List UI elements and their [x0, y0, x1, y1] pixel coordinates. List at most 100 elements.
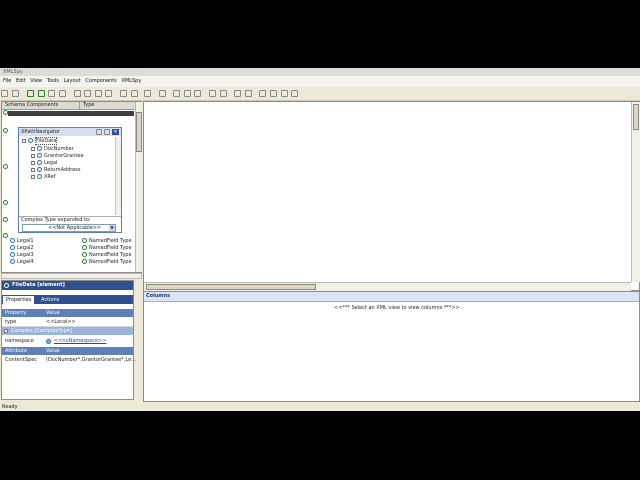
schema-horizontal-scrollbar[interactable] [1, 273, 142, 279]
tree-node-icon[interactable] [3, 110, 8, 115]
tree-node-icon[interactable] [3, 128, 8, 133]
pin-icon[interactable] [96, 129, 102, 135]
collapse-icon[interactable] [119, 90, 127, 97]
menu-tools[interactable]: Tools [47, 76, 59, 87]
content-spec-label: ContentSpec [5, 357, 38, 363]
design-vertical-scrollbar[interactable] [631, 102, 640, 282]
refresh-icon[interactable] [27, 90, 35, 97]
xpath-navigator-titlebar: XPathNavigator ✕ [19, 128, 121, 136]
design-horizontal-scrollbar[interactable] [144, 282, 631, 291]
status-text: Ready [2, 404, 18, 410]
menu-icon[interactable] [104, 129, 110, 135]
menu-view[interactable]: View [30, 76, 42, 87]
grid-icon[interactable] [269, 90, 277, 97]
schema-components-panel: Schema Components Type Legal1 NamedField… [1, 101, 142, 273]
type-icon [82, 238, 87, 243]
tree-node-icon[interactable] [3, 233, 8, 238]
popup-scrollbar[interactable] [115, 137, 121, 215]
collapse-toggle-icon[interactable] [4, 329, 8, 333]
menu-components[interactable]: Components [85, 76, 117, 87]
tree-child[interactable]: GrantorGrantee [31, 153, 84, 160]
expand-toggle-icon[interactable] [31, 167, 35, 172]
window-title: XMLSpy [3, 69, 23, 75]
expand-toggle-icon[interactable] [31, 160, 35, 165]
menu-xmlspy[interactable]: XMLSpy [121, 76, 141, 87]
expand-toggle-icon[interactable] [31, 153, 35, 158]
move-up-icon[interactable] [84, 90, 92, 97]
tree-node-icon[interactable] [3, 217, 8, 222]
property-column-header: Property Value [2, 309, 133, 317]
tree-child[interactable]: ReturnAddress [31, 167, 81, 174]
attribute-value-header: Value [46, 348, 60, 354]
element-icon [28, 138, 33, 143]
attribute-header: Attribute [5, 348, 28, 354]
tree-child[interactable]: XRef [31, 174, 56, 181]
list-item-type: NamedField Type [82, 238, 132, 245]
expand-toggle-icon[interactable] [31, 174, 35, 179]
list-item[interactable]: Legal1 [10, 238, 34, 245]
complex-type-select[interactable]: <<Not Applicable>> ▼ [22, 224, 116, 232]
menu-edit[interactable]: Edit [16, 76, 26, 87]
dropdown-icon[interactable] [291, 90, 299, 97]
tree-root[interactable]: FileData [22, 137, 58, 145]
columns-panel: Columns <<*** Select an XML view to view… [143, 291, 640, 402]
add-type-icon[interactable] [58, 90, 66, 97]
cut-icon[interactable] [219, 90, 227, 97]
insert-group-icon[interactable] [194, 90, 202, 97]
expand-toggle-icon[interactable] [31, 146, 35, 151]
menu-file[interactable]: File [3, 76, 11, 87]
tab-actions[interactable]: Actions [38, 296, 62, 304]
content-spec-value: (DocNumber*,GrantorGrantee*,Le... [46, 357, 136, 363]
collapse-toggle-icon[interactable] [22, 138, 26, 143]
scrollbar-thumb[interactable] [136, 112, 142, 152]
print-icon[interactable] [280, 90, 288, 97]
insert-attribute-icon[interactable] [183, 90, 191, 97]
namespace-icon [46, 339, 51, 344]
close-icon[interactable]: ✕ [112, 129, 119, 135]
content-spec-row[interactable]: ContentSpec (DocNumber*,GrantorGrantee*,… [2, 356, 136, 364]
namespace-value[interactable]: <<noNamespace>> [54, 338, 106, 344]
delete-icon[interactable] [73, 90, 81, 97]
tab-properties[interactable]: Properties [3, 296, 35, 304]
remove-icon[interactable] [234, 90, 242, 97]
list-item[interactable]: Legal3 [10, 252, 34, 259]
tree-node-icon[interactable] [3, 164, 8, 169]
add-element-icon[interactable] [37, 90, 45, 97]
forward-icon[interactable] [11, 90, 19, 97]
list-item[interactable]: Legal4 [10, 259, 34, 266]
chevron-down-icon[interactable]: ▼ [109, 225, 115, 231]
type-row[interactable]: type <<Local>> [2, 318, 133, 327]
tree-child[interactable]: DocNumber [31, 146, 74, 153]
insert-element-icon[interactable] [173, 90, 181, 97]
tree-node-icon[interactable] [3, 200, 8, 205]
save-icon[interactable] [144, 90, 151, 97]
move-down-icon[interactable] [94, 90, 102, 97]
scrollbar-thumb[interactable] [146, 284, 316, 290]
expand-icon[interactable] [105, 90, 113, 97]
tree-child[interactable]: Legal [31, 160, 57, 167]
list-item-type: NamedField Type [82, 259, 132, 266]
element-icon [10, 245, 15, 250]
schema-components-label: Schema Components [5, 102, 59, 108]
design-canvas[interactable] [143, 101, 640, 291]
menu-layout[interactable]: Layout [64, 76, 81, 87]
namespace-row[interactable]: namespace <<noNamespace>> [2, 337, 133, 345]
status-bar: Ready [0, 404, 640, 411]
attribute-column-header: Attribute Value [2, 347, 133, 355]
schema-panel-scrollbar[interactable] [135, 102, 142, 272]
complex-type-header[interactable]: Complex [ComplexType] [2, 327, 133, 335]
back-icon[interactable] [1, 90, 8, 97]
columns-title-bar: Columns [144, 292, 639, 302]
add-attribute-icon[interactable] [48, 90, 56, 97]
list-item[interactable]: Legal2 [10, 245, 34, 252]
columns-empty-message: <<*** Select an XML view to view columns… [334, 305, 460, 311]
link-icon[interactable] [244, 90, 252, 97]
properties-icon[interactable] [259, 90, 267, 97]
scrollbar-thumb[interactable] [633, 104, 639, 130]
selected-row-bar [8, 111, 134, 116]
options-icon[interactable] [130, 90, 138, 97]
element-icon [37, 174, 42, 179]
element-icon [10, 252, 15, 257]
select-icon[interactable] [158, 90, 166, 97]
edit-icon[interactable] [208, 90, 216, 97]
